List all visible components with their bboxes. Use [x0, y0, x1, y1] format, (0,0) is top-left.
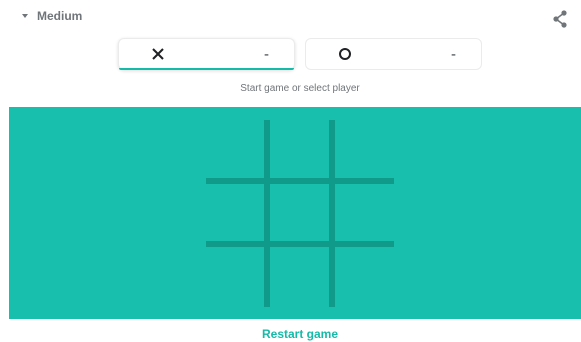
board-cell[interactable] [269, 184, 331, 246]
restart-game-button[interactable]: Restart game [0, 327, 581, 341]
board-cell[interactable] [335, 247, 397, 309]
board-cell[interactable] [335, 184, 397, 246]
board-cell[interactable] [202, 118, 264, 180]
share-icon [553, 10, 567, 28]
board-cell[interactable] [269, 118, 331, 180]
player-x-score: - [264, 46, 269, 63]
dropdown-caret-icon [22, 14, 28, 18]
board-cell[interactable] [335, 118, 397, 180]
o-mark-icon [336, 44, 354, 64]
difficulty-label: Medium [37, 9, 83, 23]
player-x-card[interactable]: - [118, 38, 295, 70]
board-cell[interactable] [202, 184, 264, 246]
share-button[interactable] [550, 9, 570, 29]
player-o-score: - [451, 46, 456, 63]
game-board [9, 107, 581, 319]
board-cell[interactable] [269, 247, 331, 309]
status-text: Start game or select player [240, 83, 360, 94]
board-cell[interactable] [202, 247, 264, 309]
difficulty-selector[interactable]: Medium [22, 6, 82, 26]
player-o-card[interactable]: - [305, 38, 482, 70]
x-mark-icon [149, 44, 167, 64]
